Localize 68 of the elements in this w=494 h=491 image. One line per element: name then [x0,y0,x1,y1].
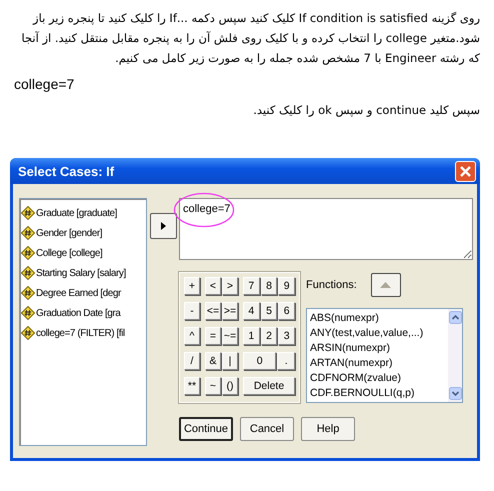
variable-item[interactable]: Graduation Date [gra [21,303,145,323]
window-title: Select Cases: If [18,164,114,178]
keypad-key[interactable]: 6 [278,302,296,320]
right-arrow-icon [161,222,166,230]
scroll-up-icon[interactable] [448,311,462,324]
variable-item[interactable]: college=7 (FILTER) [fil [21,323,145,343]
dialog-button[interactable]: Help [301,417,355,441]
keypad-key[interactable]: . [277,352,295,370]
expression-text: college=7 [14,75,76,94]
keypad-key[interactable]: < [205,277,221,295]
function-item[interactable]: ARSIN(numexpr) [310,341,445,356]
keypad-key[interactable]: > [222,277,238,295]
variable-list[interactable]: Graduate [graduate] Gender [gender] College [college] Starting Salary [salary] Degree Earned [degr Graduation Date [gra college=7 (FILTER) [fil [19,198,147,446]
numeric-variable-icon [21,286,35,300]
function-item[interactable]: CDF.BERNOULLI(q,p) [310,386,445,401]
variable-item[interactable]: College [college] [21,243,145,263]
move-button[interactable] [150,213,177,239]
function-item[interactable]: ARTAN(numexpr) [310,356,445,371]
numeric-variable-icon [21,306,35,320]
scroll-down-icon[interactable] [448,387,462,400]
variable-item[interactable]: Gender [gender] [21,223,145,243]
keypad-key[interactable]: 9 [278,277,296,295]
variable-item[interactable]: Degree Earned [degr [21,283,145,303]
keypad-key[interactable]: - [184,302,200,320]
keypad-key[interactable]: Delete [243,377,295,395]
numeric-variable-icon [21,226,35,240]
highlight-ellipse [173,192,235,228]
function-item[interactable]: CDFNORM(zvalue) [310,371,445,386]
up-triangle-icon [380,282,392,288]
keypad-key[interactable]: = [205,327,221,345]
functions-list[interactable]: ABS(numexpr) ANY(test,value,value,...) ARSIN(numexpr) ARTAN(numexpr) CDFNORM(zvalue) CDF.BERNOULLI(q,p) [306,308,463,403]
keypad-key[interactable]: 4 [243,302,260,320]
default-button[interactable]: Continue [179,417,233,441]
keypad-key[interactable]: ** [184,377,200,395]
variable-item[interactable]: Graduate [graduate] [21,203,145,223]
variable-item[interactable]: Starting Salary [salary] [21,263,145,283]
dialog-button[interactable]: Cancel [240,417,294,441]
keypad-key[interactable]: 7 [243,277,260,295]
close-icon [459,164,472,178]
keypad-key[interactable]: / [184,352,200,370]
keypad-key[interactable]: ^ [184,327,200,345]
keypad-key[interactable]: () [222,377,238,395]
keypad-key[interactable]: & [205,352,221,370]
keypad-key[interactable]: | [222,352,238,370]
functions-label: Functions: [306,279,357,291]
function-item[interactable]: ABS(numexpr) [310,311,445,326]
keypad-key[interactable]: 2 [260,327,278,345]
keypad-key[interactable]: ~ [205,377,221,395]
numeric-variable-icon [21,266,35,280]
instruction-paragraph: روی گزینه If condition is satisfied کلیک کنید سپس دکمه ...If را کلیک کنید تا پنجره زیر باز شود.متغیر college را انتخاب کرده و با کلیک روی فلش آن را به پنجره مقابل منتقل کنید. از آنجا که رشته Engineer با 7 مشخص شده جمله را به صورت زیر کامل می کنیم. [20,10,480,67]
instruction-paragraph: سپس کلید continue و سپس ok را کلیک کنید. [252,102,480,119]
keypad-key[interactable]: 0 [243,352,276,370]
insert-function-button[interactable] [370,273,401,297]
keypad-key[interactable]: + [184,277,200,295]
keypad-key[interactable]: >= [222,302,238,320]
numeric-variable-icon [21,246,35,260]
keypad-key[interactable]: 3 [278,327,296,345]
keypad-key[interactable]: 5 [260,302,278,320]
expression-field[interactable]: college=7 [179,198,473,260]
keypad-key[interactable]: ~= [222,327,238,345]
function-item[interactable]: ANY(test,value,value,...) [310,326,445,341]
numeric-variable-icon [21,326,35,340]
keypad-key[interactable]: 1 [243,327,260,345]
numeric-variable-icon [21,206,35,220]
keypad-key[interactable]: <= [205,302,221,320]
keypad-key[interactable]: 8 [260,277,278,295]
close-button[interactable] [455,160,476,182]
scrollbar[interactable] [448,309,462,402]
